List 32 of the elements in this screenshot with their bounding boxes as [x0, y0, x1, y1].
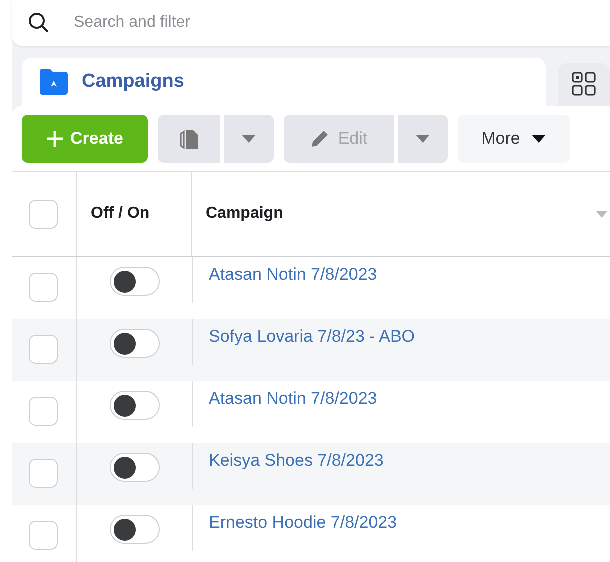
- row-checkbox[interactable]: [29, 335, 58, 364]
- campaign-link[interactable]: Keisya Shoes 7/8/2023: [209, 451, 384, 471]
- sort-icon: [596, 210, 608, 218]
- pencil-icon: [310, 129, 330, 149]
- row-checkbox[interactable]: [29, 273, 58, 302]
- column-header: Off / On: [91, 205, 150, 223]
- toggle-switch[interactable]: [110, 391, 160, 420]
- grid-tab[interactable]: [558, 62, 610, 106]
- more-button[interactable]: More: [458, 115, 570, 163]
- caret-icon: [532, 135, 546, 143]
- folder-icon: [40, 69, 68, 95]
- caret-icon: [242, 135, 256, 143]
- campaign-link[interactable]: Atasan Notin 7/8/2023: [209, 265, 378, 285]
- campaigns-tab[interactable]: Campaigns: [22, 58, 546, 106]
- campaign-link[interactable]: Sofya Lovaria 7/8/23 - ABO: [209, 327, 416, 347]
- caret-icon: [416, 135, 430, 143]
- row-checkbox[interactable]: [29, 521, 58, 550]
- row-checkbox[interactable]: [29, 459, 58, 488]
- select-all-checkbox[interactable]: [29, 200, 58, 228]
- duplicate-icon: [178, 128, 200, 150]
- grid-icon: [572, 72, 596, 96]
- search-field[interactable]: Search and filter: [72, 13, 376, 33]
- campaign-link[interactable]: Ernesto Hoodie 7/8/2023: [209, 513, 398, 533]
- toggle-switch[interactable]: [110, 515, 160, 544]
- row-checkbox[interactable]: [29, 397, 58, 426]
- plus-icon: [46, 131, 63, 147]
- toggle-switch[interactable]: [110, 329, 160, 358]
- column-header[interactable]: Campaign: [206, 205, 284, 223]
- toggle-switch[interactable]: [110, 267, 160, 296]
- toggle-switch[interactable]: [110, 453, 160, 482]
- search-icon: [28, 12, 50, 34]
- campaign-link[interactable]: Atasan Notin 7/8/2023: [209, 389, 378, 409]
